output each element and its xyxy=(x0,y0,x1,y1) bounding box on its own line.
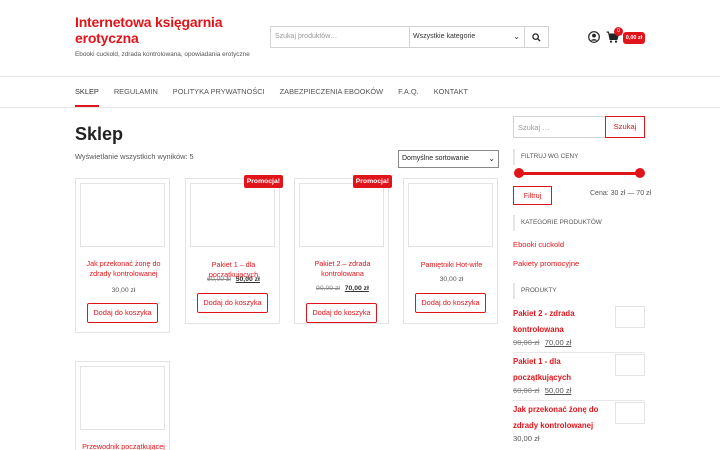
sidebar-product-thumbnail[interactable] xyxy=(615,402,645,424)
product-image[interactable] xyxy=(299,183,384,247)
main-navigation: SKLEP REGULAMIN POLITYKA PRYWATNOŚCI ZAB… xyxy=(75,77,483,107)
add-to-cart-button[interactable]: Dodaj do koszyka xyxy=(197,293,268,313)
sidebar-product-title[interactable]: Jak przekonać żonę do zdrady kontrolowan… xyxy=(513,402,608,434)
product-price: 90,00 zł 70,00 zł xyxy=(298,285,387,292)
categories-title: KATEGORIE PRODUKTÓW xyxy=(513,215,602,231)
product-price: 30,00 zł xyxy=(79,287,168,294)
chevron-down-icon: ⌄ xyxy=(488,154,495,163)
product-title[interactable]: Pakiet 2 – zdrada kontrolowana xyxy=(313,259,372,279)
sidebar-product-title[interactable]: Pakiet 1 - dla początkujących xyxy=(513,354,603,386)
nav-item-kontakt[interactable]: KONTAKT xyxy=(434,77,468,107)
sort-select-value: Domyślne sortowanie xyxy=(402,155,469,162)
sidebar-product-old-price: 90,00 zł xyxy=(513,338,540,347)
product-card: Promocja! Pakiet 2 – zdrada kontrolowana… xyxy=(294,175,392,324)
add-to-cart-button[interactable]: Dodaj do koszyka xyxy=(87,303,158,323)
category-select[interactable]: Wszystkie kategorie ⌄ xyxy=(410,27,525,47)
nav-item-regulamin[interactable]: REGULAMIN xyxy=(114,77,158,107)
product-title[interactable]: Pamiętniki Hot-wife xyxy=(407,260,496,270)
product-card: Promocja! Pakiet 1 – dla początkujących … xyxy=(185,175,283,324)
sidebar-product-price: 30,00 zł xyxy=(513,434,540,443)
sidebar-product-divider xyxy=(513,352,645,353)
sidebar-product-current-price: 50,00 zł xyxy=(544,386,572,395)
products-widget-title: PRODUKTY xyxy=(513,283,557,299)
price-slider-track[interactable] xyxy=(519,172,640,175)
category-select-value: Wszystkie kategorie xyxy=(413,33,476,40)
product-image[interactable] xyxy=(80,183,165,247)
product-card: Przewodnik początkującej HOT- xyxy=(75,361,170,450)
product-current-price: 70,00 zł xyxy=(344,285,369,292)
nav-item-zabezpieczenia[interactable]: ZABEZPIECZENIA EBOOKÓW xyxy=(280,77,384,107)
sidebar-product-price: 60,00 zł 50,00 zł xyxy=(513,386,571,395)
nav-item-faq[interactable]: F.A.Q. xyxy=(398,77,419,107)
sidebar-product-old-price: 60,00 zł xyxy=(513,386,540,395)
price-range-label: Cena: 30 zł — 70 zł xyxy=(590,190,652,197)
sidebar-product-price: 90,00 zł 70,00 zł xyxy=(513,338,571,347)
result-count: Wyświetlanie wszystkich wyników: 5 xyxy=(75,152,194,161)
user-account-icon[interactable] xyxy=(588,31,600,43)
page-title: Sklep xyxy=(75,124,124,144)
nav-item-polityka[interactable]: POLITYKA PRYWATNOŚCI xyxy=(173,77,265,107)
product-current-price: 30,00 zł xyxy=(111,287,136,294)
sidebar-search-button[interactable]: Szukaj xyxy=(605,116,645,138)
sale-badge: Promocja! xyxy=(352,175,392,188)
price-slider-min-handle[interactable] xyxy=(514,168,524,178)
add-to-cart-button[interactable]: Dodaj do koszyka xyxy=(306,303,377,323)
sale-badge: Promocja! xyxy=(243,175,283,188)
chevron-down-icon: ⌄ xyxy=(513,32,520,41)
product-old-price: 90,00 zł xyxy=(316,285,340,292)
price-filter-title: FILTRUJ WG CENY xyxy=(513,149,578,165)
product-image[interactable] xyxy=(80,366,165,430)
nav-item-sklep[interactable]: SKLEP xyxy=(75,77,99,107)
product-card: Jak przekonać żonę do zdrady kontrolowan… xyxy=(75,178,170,333)
site-description: Ebooki cuckold, zdrada kontrolowana, opo… xyxy=(75,51,250,58)
product-card: Pamiętniki Hot-wife 30,00 zł Dodaj do ko… xyxy=(403,178,498,324)
product-old-price: 60,00 zł xyxy=(207,276,231,283)
product-search-input[interactable]: Szukaj produktów… xyxy=(271,27,410,47)
sidebar-search-input[interactable]: Szukaj … xyxy=(513,116,606,138)
cart-count-badge: 0 xyxy=(614,27,623,36)
search-icon xyxy=(532,32,541,42)
search-button[interactable] xyxy=(525,27,548,47)
site-title[interactable]: Internetowa księgarnia erotyczna xyxy=(75,14,245,46)
sidebar-product-thumbnail[interactable] xyxy=(615,354,645,376)
category-link-pakiety[interactable]: Pakiety promocyjne xyxy=(513,259,579,268)
sidebar-product-thumbnail[interactable] xyxy=(615,306,645,328)
sidebar-product-current-price: 30,00 zł xyxy=(513,434,540,443)
sidebar-product-title[interactable]: Pakiet 2 - zdrada kontrolowana xyxy=(513,306,603,338)
sort-select[interactable]: Domyślne sortowanie ⌄ xyxy=(398,150,499,168)
sidebar-product-divider xyxy=(513,400,645,401)
product-search-form: Szukaj produktów… Wszystkie kategorie ⌄ xyxy=(270,26,549,48)
category-link-ebooki-cuckold[interactable]: Ebooki cuckold xyxy=(513,240,564,249)
product-current-price: 50,00 zł xyxy=(235,276,260,283)
product-title[interactable]: Przewodnik początkującej HOT- xyxy=(79,442,168,450)
product-image[interactable] xyxy=(190,183,275,247)
add-to-cart-button[interactable]: Dodaj do koszyka xyxy=(415,293,486,313)
nav-divider-bottom xyxy=(0,107,720,108)
product-title[interactable]: Jak przekonać żonę do zdrady kontrolowan… xyxy=(79,259,168,279)
product-price: 30,00 zł xyxy=(407,276,496,283)
product-image[interactable] xyxy=(408,183,493,247)
product-current-price: 30,00 zł xyxy=(439,276,464,283)
filter-button[interactable]: Filtruj xyxy=(513,186,552,205)
cart-total-badge[interactable]: 0,00 zł xyxy=(623,32,645,44)
product-price: 60,00 zł 50,00 zł xyxy=(189,276,278,283)
sidebar-product-current-price: 70,00 zł xyxy=(544,338,572,347)
price-slider-max-handle[interactable] xyxy=(635,168,645,178)
